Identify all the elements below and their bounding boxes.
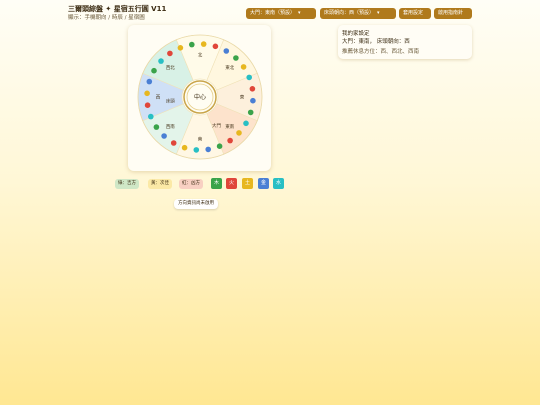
five-element-wheel: 中心 北東北東東南南 西南 西 西北大門 床頭 bbox=[137, 34, 263, 160]
star-dot[interactable] bbox=[212, 43, 219, 50]
star-dot[interactable] bbox=[144, 102, 151, 108]
element-metal-button[interactable]: 金 bbox=[258, 178, 269, 189]
element-fire-button[interactable]: 火 bbox=[226, 178, 237, 189]
settings-panel: 我的家設定 大門：東南， 床頭朝向：西 推薦休息方位：西、西北、西南 bbox=[338, 25, 472, 59]
bed-select[interactable]: 床頭朝向：西（預設） ▾ bbox=[320, 8, 396, 19]
star-dot[interactable] bbox=[144, 90, 150, 97]
star-dot[interactable] bbox=[146, 78, 153, 85]
star-dot[interactable] bbox=[148, 113, 154, 120]
star-dot[interactable] bbox=[227, 137, 233, 144]
door-value: 大門：東南， bbox=[342, 39, 376, 45]
star-dot[interactable] bbox=[193, 147, 200, 153]
chevron-down-icon: ▾ bbox=[377, 10, 380, 16]
star-dot[interactable] bbox=[189, 41, 195, 48]
star-dot[interactable] bbox=[205, 146, 211, 153]
legend-yellow: 黃：次佳 bbox=[148, 179, 172, 189]
sector-label-east: 東 bbox=[240, 94, 245, 101]
bed-select-label: 床頭朝向：西（預設） bbox=[324, 10, 375, 16]
settings-values: 大門：東南， 床頭朝向：西 bbox=[342, 37, 410, 45]
door-select[interactable]: 大門：東南（預設） ▾ bbox=[246, 8, 316, 19]
star-dot[interactable] bbox=[170, 140, 177, 146]
star-dot[interactable] bbox=[161, 133, 167, 139]
sector-label-south: 南 bbox=[198, 136, 203, 143]
legend-green: 綠：吉方 bbox=[115, 179, 139, 189]
star-dot[interactable] bbox=[240, 64, 247, 70]
apply-button[interactable]: 套用設定 bbox=[399, 8, 431, 19]
star-dot[interactable] bbox=[177, 45, 184, 51]
star-dot[interactable] bbox=[151, 67, 157, 74]
settings-heading: 我的家設定 bbox=[342, 31, 370, 37]
status-notice: 方向資訊尚未啟用 bbox=[174, 199, 218, 209]
chevron-down-icon: ▾ bbox=[298, 10, 301, 16]
element-wood-button[interactable]: 木 bbox=[211, 178, 222, 189]
star-dot[interactable] bbox=[200, 41, 207, 47]
compass-button[interactable]: 啟用指南針 bbox=[434, 8, 472, 19]
sector-label-north: 北 bbox=[198, 52, 203, 59]
recommend-text: 推薦休息方位：西、西北、西南 bbox=[342, 49, 420, 55]
door-select-label: 大門：東南（預設） bbox=[250, 10, 296, 16]
sector-label-northeast: 東北 bbox=[225, 64, 234, 71]
sector-label-southwest: 西南 bbox=[166, 123, 175, 130]
bed-marker-label: 床頭 bbox=[166, 98, 175, 105]
star-dot[interactable] bbox=[167, 50, 173, 57]
door-marker-label: 大門 bbox=[212, 122, 221, 129]
legend-red: 紅：凶方 bbox=[179, 179, 203, 189]
star-dot[interactable] bbox=[246, 74, 252, 81]
wheel-card: 中心 北東北東東南南 西南 西 西北大門 床頭 bbox=[128, 25, 271, 171]
star-dot[interactable] bbox=[250, 97, 256, 104]
center-label: 中心 bbox=[194, 93, 206, 101]
star-dot[interactable] bbox=[236, 130, 242, 136]
star-dot[interactable] bbox=[243, 120, 249, 127]
star-dot[interactable] bbox=[216, 143, 223, 149]
star-dot[interactable] bbox=[181, 144, 188, 151]
sector-label-southeast: 東南 bbox=[225, 123, 234, 130]
star-dot[interactable] bbox=[249, 86, 256, 92]
star-dot[interactable] bbox=[247, 109, 254, 116]
star-dot[interactable] bbox=[153, 124, 160, 130]
element-earth-button[interactable]: 土 bbox=[242, 178, 253, 189]
page-subtitle: 顯示：手機朝向 / 時辰 / 星宿圖 bbox=[68, 15, 145, 21]
element-water-button[interactable]: 水 bbox=[273, 178, 284, 189]
star-dot[interactable] bbox=[158, 58, 164, 64]
sector-label-northwest: 西北 bbox=[166, 64, 175, 71]
star-dot[interactable] bbox=[233, 55, 239, 61]
bed-value: 床頭朝向：西 bbox=[376, 39, 410, 45]
sector-label-west: 西 bbox=[156, 95, 161, 101]
star-dot[interactable] bbox=[223, 48, 230, 54]
